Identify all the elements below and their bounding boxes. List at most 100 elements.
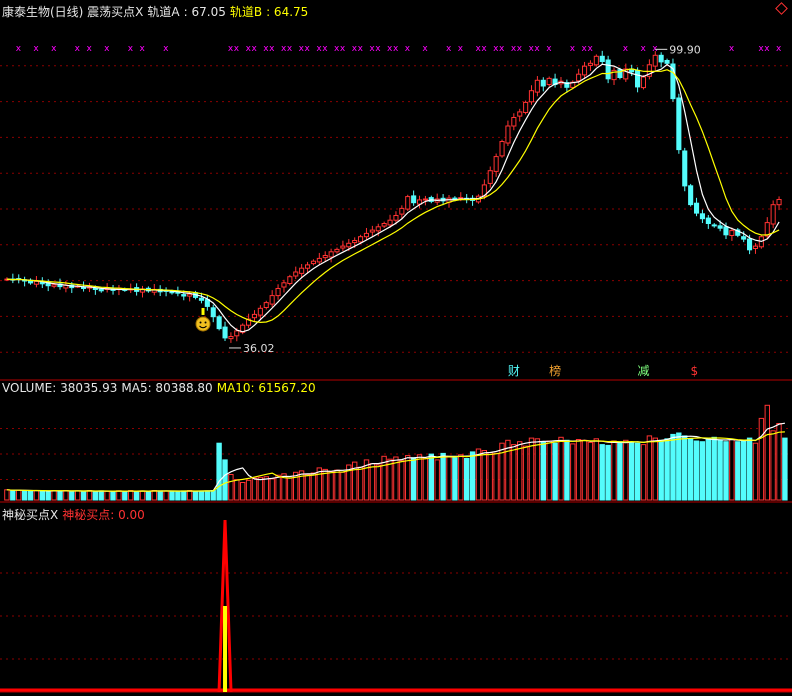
candle-body	[723, 226, 729, 236]
candle-body	[422, 198, 428, 201]
volume-bar	[735, 441, 741, 501]
volume-bar	[546, 440, 552, 501]
volume-bar	[122, 490, 128, 501]
candle-body	[399, 207, 405, 215]
candle-body	[228, 336, 234, 340]
smiley-icon	[195, 316, 211, 332]
candle-body	[358, 236, 364, 243]
price-panel-header: 康泰生物(日线) 震荡买点X 轨道A: 67.05 轨道B: 64.75	[2, 3, 312, 20]
volume-bar	[216, 442, 222, 501]
candle-body	[528, 90, 535, 103]
x-mark: x	[587, 44, 593, 54]
candle-body	[381, 223, 387, 227]
volume-bar	[310, 472, 317, 501]
x-mark: x	[375, 44, 381, 54]
volume-bar	[699, 441, 706, 501]
volume-bar	[741, 439, 747, 501]
volume-bar	[493, 452, 499, 501]
volume-bar	[222, 459, 228, 501]
volume-bar	[175, 490, 181, 501]
candle-body	[328, 251, 334, 258]
candle-body	[198, 297, 204, 301]
candle-body	[405, 196, 411, 210]
volume-bar	[399, 460, 405, 501]
x-mark: x	[322, 44, 328, 54]
rail-b-value: : 64.75	[266, 5, 309, 19]
volume-bar	[629, 441, 635, 501]
volume-bar	[452, 457, 458, 501]
candle-body	[652, 54, 658, 67]
candle-body	[776, 199, 782, 206]
candle-body	[275, 288, 281, 297]
indicator-value: 神秘买点: 0.00	[62, 508, 145, 522]
volume-bar	[422, 458, 429, 501]
volume-bar	[487, 452, 493, 501]
volume-bar	[693, 440, 700, 501]
x-mark: x	[623, 44, 629, 54]
rail-a-label: 轨道A	[147, 5, 180, 19]
volume-bar	[357, 466, 364, 501]
candle-body	[635, 69, 641, 88]
volume-bar	[192, 490, 199, 501]
indicator-label: 神秘买点X	[2, 508, 59, 522]
x-mark: x	[358, 44, 364, 54]
volume-bar	[617, 441, 623, 501]
volume-bar	[98, 490, 104, 501]
volume-bar	[758, 417, 765, 501]
volume-bar	[517, 441, 523, 501]
candle-body	[322, 255, 328, 259]
x-mark: x	[534, 44, 540, 54]
candle-body	[517, 111, 523, 117]
volume-bar	[664, 438, 670, 501]
event-marker: 榜	[549, 363, 561, 378]
candle-body	[387, 219, 393, 226]
volume-bar	[640, 444, 647, 501]
candle-body	[411, 195, 417, 204]
volume-bar	[599, 444, 605, 501]
high-label: 99.90	[669, 43, 701, 56]
volume-bar	[369, 463, 376, 501]
volume-bar	[711, 436, 717, 501]
volume-bar	[782, 437, 788, 501]
candle-body	[293, 271, 299, 277]
x-mark: x	[764, 44, 770, 54]
volume-ma5: MA5: 80388.80	[121, 381, 213, 395]
volume-bar	[522, 445, 529, 501]
x-mark: x	[640, 44, 646, 54]
rail-a-value: : 67.05	[183, 5, 226, 19]
volume-bar	[45, 490, 51, 501]
candle-body	[593, 55, 599, 66]
x-mark: x	[128, 44, 134, 54]
volume-bar	[57, 490, 63, 501]
candle-body	[676, 97, 682, 151]
candle-body	[688, 185, 694, 206]
volume-bar	[198, 490, 205, 501]
x-mark: x	[86, 44, 92, 54]
volume-bar	[251, 477, 258, 501]
volume-bar	[263, 476, 270, 501]
volume-bar	[575, 439, 582, 501]
low-label: 36.02	[243, 342, 274, 355]
volume-bar	[157, 490, 163, 501]
volume-bar	[440, 452, 446, 501]
x-mark: x	[481, 44, 487, 54]
candle-body	[51, 284, 57, 287]
candle-body	[310, 260, 316, 265]
volume-bar	[428, 453, 435, 501]
x-mark: x	[75, 44, 81, 54]
x-mark: x	[422, 44, 428, 54]
candle-body	[222, 326, 228, 339]
volume-bar	[116, 490, 122, 501]
candle-body	[493, 156, 499, 172]
candle-body	[363, 232, 369, 238]
volume-bar	[92, 490, 98, 501]
volume-bar	[770, 430, 776, 501]
volume-bar	[257, 476, 264, 501]
candle-body	[98, 288, 104, 292]
volume-bar	[764, 404, 770, 501]
volume-bar	[275, 474, 281, 501]
rail-a-line	[6, 63, 780, 333]
x-mark: x	[499, 44, 505, 54]
volume-bar	[328, 471, 334, 501]
volume-bar	[181, 490, 187, 501]
